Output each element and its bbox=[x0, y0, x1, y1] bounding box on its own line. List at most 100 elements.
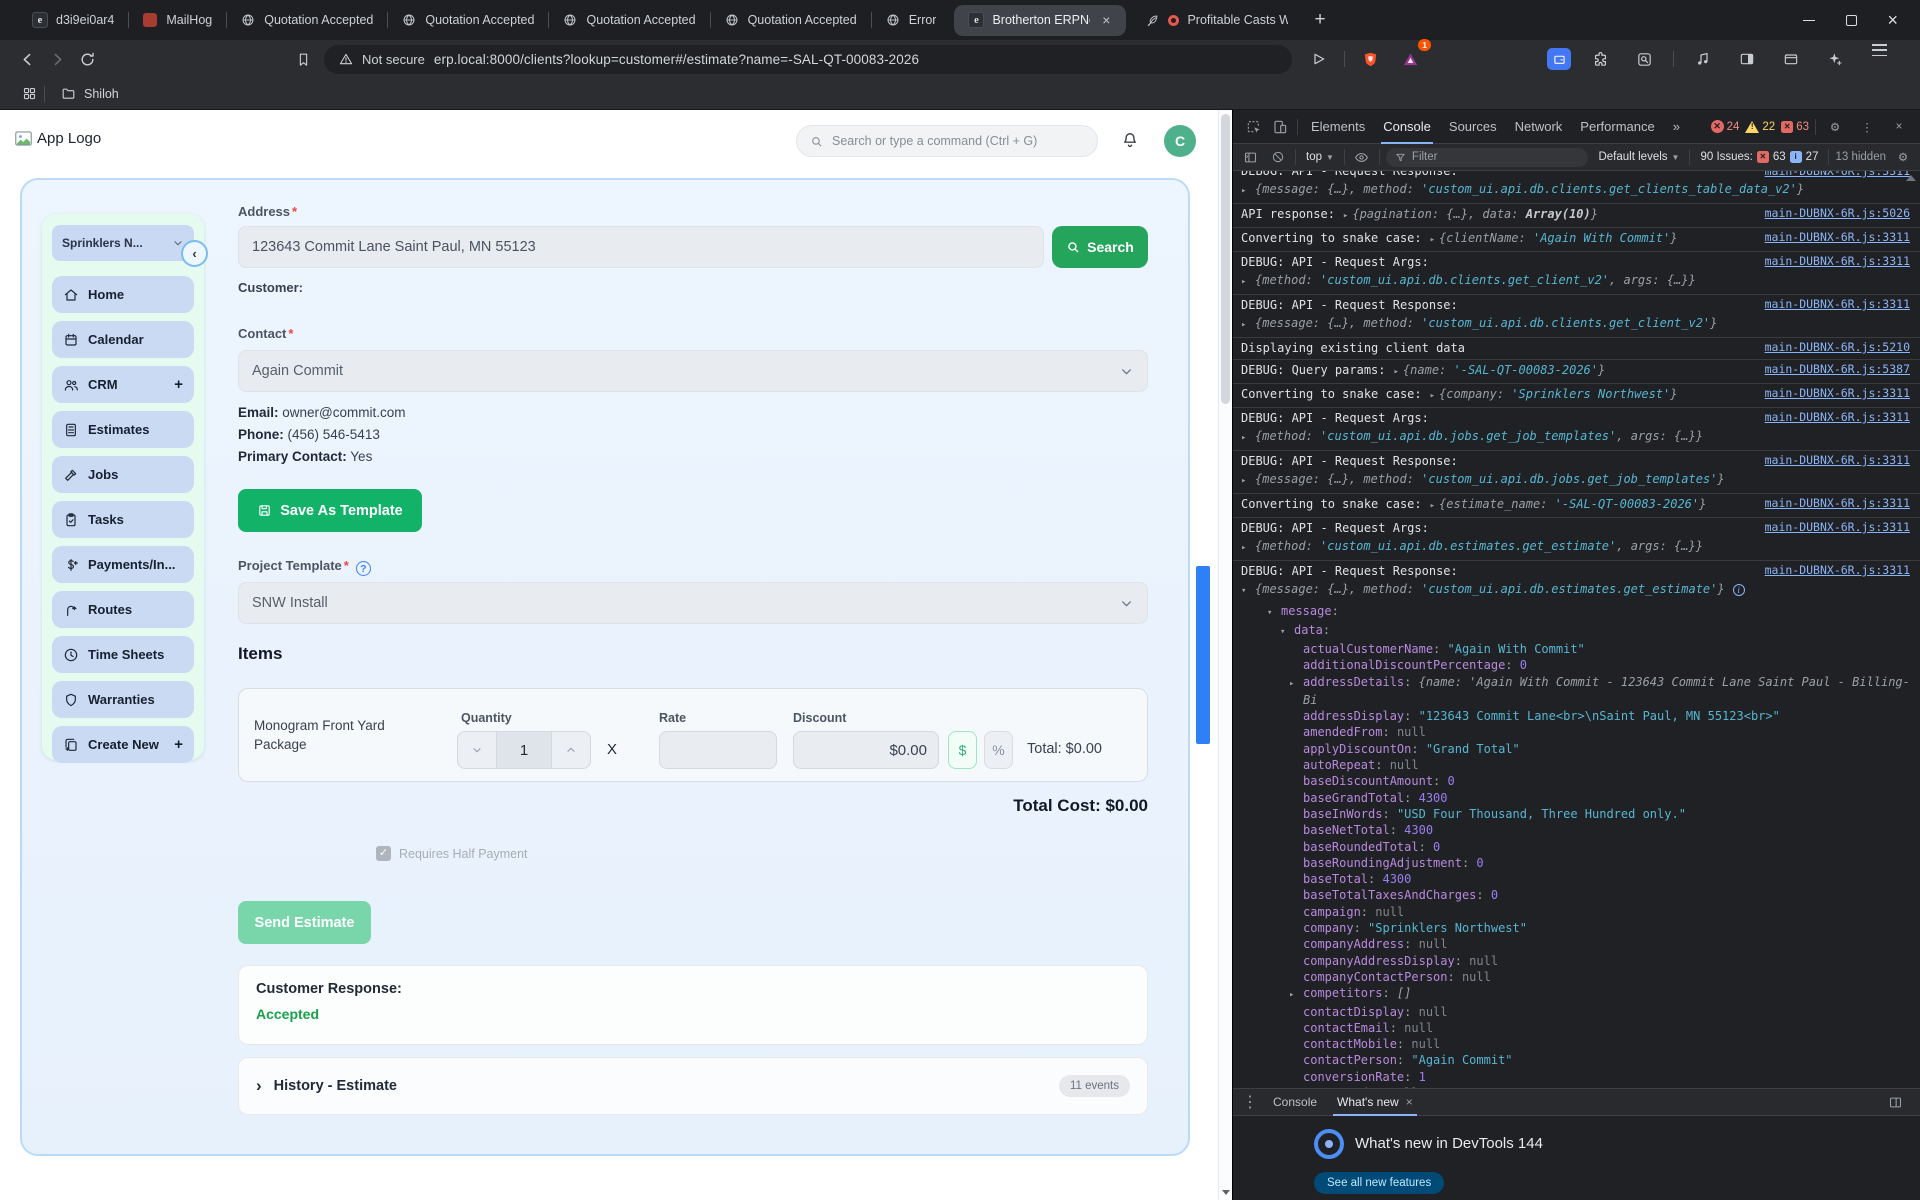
console-row[interactable]: Displaying existing client data main-DUBN… bbox=[1233, 337, 1920, 359]
console-row[interactable]: contactPerson: "Again Commit" bbox=[1233, 1052, 1920, 1068]
console-row[interactable]: Converting to snake case: ▸ {company: 'Spr… bbox=[1233, 383, 1920, 407]
discount-input[interactable]: $0.00 bbox=[793, 731, 939, 769]
console-row[interactable]: baseTotal: 4300 bbox=[1233, 871, 1920, 887]
console-row[interactable]: additionalDiscountPercentage: 0 bbox=[1233, 657, 1920, 673]
plus-icon[interactable]: + bbox=[174, 736, 183, 753]
console-row[interactable]: companyContactPerson: null bbox=[1233, 969, 1920, 985]
project-template-select[interactable]: SNW Install bbox=[238, 582, 1148, 624]
console-row[interactable]: ▸ {method: 'custom_ui.api.db.estimates.ge… bbox=[1233, 539, 1920, 560]
company-selector[interactable]: Sprinklers N... ‹ bbox=[52, 225, 208, 267]
console-row[interactable]: ▾ data: bbox=[1233, 622, 1920, 641]
sidebar-item-routes[interactable]: Routes bbox=[52, 591, 194, 628]
console-row[interactable]: DEBUG: API - Request Args: main-DUBNX-6R.… bbox=[1233, 251, 1920, 273]
media-icon[interactable] bbox=[1688, 44, 1718, 74]
wallet-active-icon[interactable] bbox=[1547, 48, 1571, 70]
address-input[interactable] bbox=[238, 226, 1044, 268]
console-source-link[interactable]: main-DUBNX-6R.js:3311 bbox=[1765, 563, 1910, 578]
issues-counter[interactable]: 90 Issues: ✕ 63 i 27 bbox=[1696, 151, 1822, 163]
console-row[interactable]: contactMobile: null bbox=[1233, 1036, 1920, 1052]
console-source-link[interactable]: main-DUBNX-6R.js:3311 bbox=[1765, 254, 1910, 269]
bookmark-folder-shiloh[interactable]: Shiloh bbox=[61, 86, 119, 101]
clear-console-icon[interactable] bbox=[1267, 147, 1289, 167]
console-row[interactable]: ▾ {message: {…}, method: 'custom_ui.api.d… bbox=[1233, 582, 1920, 603]
console-row[interactable]: DEBUG: API - Request Args: main-DUBNX-6R.… bbox=[1233, 517, 1920, 539]
drawer-tab-what-s-new[interactable]: What's new × bbox=[1327, 1089, 1423, 1116]
console-row[interactable]: ▸ competitors: [] bbox=[1233, 985, 1920, 1003]
console-row[interactable]: amendedFrom: null bbox=[1233, 724, 1920, 740]
console-row[interactable]: contactDisplay: null bbox=[1233, 1004, 1920, 1020]
user-avatar[interactable]: C bbox=[1164, 125, 1196, 157]
console-row[interactable]: actualCustomerName: "Again With Commit" bbox=[1233, 641, 1920, 657]
log-levels-selector[interactable]: Default levels ▼ bbox=[1594, 151, 1683, 163]
quantity-value[interactable]: 1 bbox=[497, 731, 551, 769]
console-row[interactable]: campaign: null bbox=[1233, 904, 1920, 920]
app-logo[interactable]: App Logo bbox=[14, 130, 101, 147]
error-count-badge[interactable]: ✕ 24 bbox=[1710, 120, 1739, 133]
console-row[interactable]: conversionRate: 1 bbox=[1233, 1069, 1920, 1085]
leo-ai-icon[interactable] bbox=[1820, 44, 1850, 74]
notifications-bell-icon[interactable] bbox=[1120, 130, 1140, 150]
console-row[interactable]: ▸ {method: 'custom_ui.api.db.jobs.get_job… bbox=[1233, 429, 1920, 450]
issues-count-badge[interactable]: ✕ 63 bbox=[1781, 120, 1809, 133]
sidebar-item-crm[interactable]: CRM + bbox=[52, 366, 194, 403]
sidebar-toggle-icon[interactable] bbox=[1732, 44, 1762, 74]
sidebar-item-tasks[interactable]: Tasks bbox=[52, 501, 194, 538]
console-source-link[interactable]: main-DUBNX-6R.js:5210 bbox=[1765, 340, 1910, 355]
console-row[interactable]: DEBUG: API - Request Response: main-DUBNX… bbox=[1233, 171, 1920, 182]
console-row[interactable]: DEBUG: API - Request Response: main-DUBNX… bbox=[1233, 294, 1920, 316]
sidebar-item-warranties[interactable]: Warranties bbox=[52, 681, 194, 718]
console-row[interactable]: ▸ {message: {…}, method: 'custom_ui.api.d… bbox=[1233, 316, 1920, 337]
console-row[interactable]: companyAddressDisplay: null bbox=[1233, 953, 1920, 969]
sidebar-item-home[interactable]: Home bbox=[52, 276, 194, 313]
device-toolbar-icon[interactable] bbox=[1267, 114, 1293, 140]
quantity-decrement-button[interactable] bbox=[457, 731, 497, 769]
devtools-tab-console[interactable]: Console bbox=[1374, 110, 1440, 144]
console-row[interactable]: Converting to snake case: ▸ {clientName: '… bbox=[1233, 227, 1920, 251]
chevron-right-icon[interactable]: › bbox=[256, 1076, 262, 1096]
browser-tab[interactable]: Quotation Accepted bbox=[548, 0, 709, 40]
see-all-features-button[interactable]: See all new features bbox=[1314, 1172, 1445, 1194]
browser-tab[interactable]: Quotation Accepted bbox=[709, 0, 871, 40]
browser-tab[interactable]: Quotation Accepted bbox=[226, 0, 387, 40]
console-row[interactable]: baseInWords: "USD Four Thousand, Three H… bbox=[1233, 806, 1920, 822]
dock-panel-icon[interactable] bbox=[1882, 1089, 1908, 1115]
console-row[interactable]: DEBUG: API - Request Response: main-DUBNX… bbox=[1233, 560, 1920, 582]
address-search-button[interactable]: Search bbox=[1052, 226, 1148, 268]
console-source-link[interactable]: main-DUBNX-6R.js:3311 bbox=[1765, 386, 1910, 401]
window-maximize-icon[interactable] bbox=[1846, 14, 1858, 26]
tab-close-icon[interactable]: × bbox=[1100, 12, 1112, 28]
sidebar-item-calendar[interactable]: Calendar bbox=[52, 321, 194, 358]
console-settings-icon[interactable]: ⚙ bbox=[1892, 147, 1914, 167]
half-payment-checkbox[interactable]: ✓ bbox=[376, 846, 391, 861]
plus-icon[interactable]: + bbox=[174, 376, 183, 393]
console-row[interactable]: company: "Sprinklers Northwest" bbox=[1233, 920, 1920, 936]
console-row[interactable]: companyAddress: null bbox=[1233, 936, 1920, 952]
brave-rewards-icon[interactable]: 1 bbox=[1395, 39, 1431, 74]
console-row[interactable]: API response: ▸ {pagination: {…}, data: Ar… bbox=[1233, 203, 1920, 227]
console-source-link[interactable]: main-DUBNX-6R.js:3311 bbox=[1765, 410, 1910, 425]
console-row[interactable]: Converting to snake case: ▸ {estimate_name… bbox=[1233, 493, 1920, 517]
save-as-template-button[interactable]: Save As Template bbox=[238, 489, 422, 532]
inspect-element-icon[interactable] bbox=[1241, 114, 1267, 140]
extensions-icon[interactable] bbox=[1585, 44, 1615, 74]
console-sidebar-icon[interactable] bbox=[1239, 147, 1261, 167]
console-row[interactable]: autoRepeat: null bbox=[1233, 757, 1920, 773]
share-icon[interactable] bbox=[1304, 44, 1334, 74]
console-source-link[interactable]: main-DUBNX-6R.js:3311 bbox=[1765, 230, 1910, 245]
browser-tab[interactable]: Profitable Casts W bbox=[1130, 0, 1302, 40]
devtools-tab-sources[interactable]: Sources bbox=[1440, 110, 1506, 144]
console-row[interactable]: baseNetTotal: 4300 bbox=[1233, 822, 1920, 838]
console-source-link[interactable]: main-DUBNX-6R.js:5026 bbox=[1765, 206, 1910, 221]
live-expression-eye-icon[interactable] bbox=[1351, 147, 1373, 167]
devtools-settings-icon[interactable]: ⚙ bbox=[1822, 114, 1848, 140]
console-source-link[interactable]: main-DUBNX-6R.js:3311 bbox=[1765, 171, 1910, 179]
sidebar-item-estimates[interactable]: Estimates bbox=[52, 411, 194, 448]
console-log-area[interactable]: DEBUG: API - Request Response: main-DUBNX… bbox=[1233, 171, 1920, 1088]
scroll-up-arrow[interactable] bbox=[1906, 175, 1916, 181]
devtools-menu-icon[interactable]: ⋮ bbox=[1854, 114, 1880, 140]
bookmark-icon[interactable] bbox=[288, 44, 318, 74]
browser-tab[interactable]: MailHog bbox=[128, 0, 226, 40]
more-tabs-icon[interactable]: » bbox=[1664, 110, 1689, 144]
console-source-link[interactable]: main-DUBNX-6R.js:3311 bbox=[1765, 520, 1910, 535]
console-row[interactable]: ▸ {method: 'custom_ui.api.db.clients.get_… bbox=[1233, 273, 1920, 294]
